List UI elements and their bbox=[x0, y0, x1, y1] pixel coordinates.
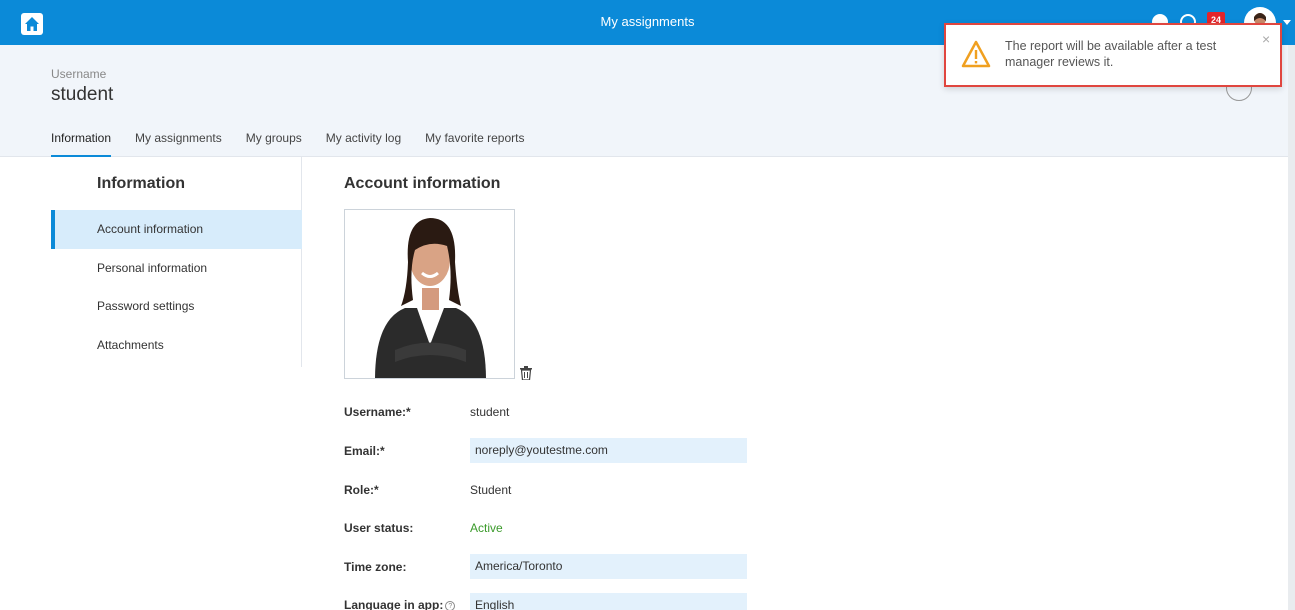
username-field-value: student bbox=[470, 405, 510, 419]
trash-icon[interactable] bbox=[520, 366, 532, 380]
profile-tabs: Information My assignments My groups My … bbox=[51, 131, 549, 157]
language-label-row: Language in app:? bbox=[344, 598, 456, 610]
role-field-value: Student bbox=[470, 483, 512, 497]
username-field-label: Username:* bbox=[344, 405, 411, 419]
vertical-scrollbar[interactable] bbox=[1288, 45, 1295, 610]
notification-message: The report will be available after a tes… bbox=[1005, 39, 1217, 69]
email-field-label: Email:* bbox=[344, 444, 385, 458]
sidebar-item-personal-information[interactable]: Personal information bbox=[51, 249, 302, 288]
role-field-label: Role:* bbox=[344, 483, 379, 497]
language-select[interactable]: English bbox=[470, 593, 747, 610]
language-label: Language in app: bbox=[344, 598, 444, 610]
sidebar-item-password-settings[interactable]: Password settings bbox=[51, 287, 302, 326]
user-status-value: Active bbox=[470, 521, 503, 535]
tab-my-assignments[interactable]: My assignments bbox=[135, 131, 222, 157]
sidebar-title: Information bbox=[97, 175, 185, 192]
tab-information[interactable]: Information bbox=[51, 131, 112, 157]
sidebar-item-account-information[interactable]: Account information bbox=[51, 210, 302, 249]
user-status-label: User status: bbox=[344, 521, 414, 535]
sidebar-item-attachments[interactable]: Attachments bbox=[51, 326, 302, 365]
time-zone-select[interactable]: America/Toronto bbox=[470, 554, 747, 579]
profile-photo-image bbox=[345, 210, 514, 378]
avatar-dropdown-caret-icon[interactable] bbox=[1283, 20, 1291, 25]
close-icon[interactable]: × bbox=[1262, 31, 1270, 47]
section-title: Account information bbox=[344, 175, 501, 192]
tab-my-activity-log[interactable]: My activity log bbox=[326, 131, 401, 157]
profile-photo[interactable] bbox=[344, 209, 515, 379]
help-icon[interactable]: ? bbox=[445, 600, 456, 610]
email-field[interactable]: noreply@youtestme.com bbox=[470, 438, 747, 463]
warning-icon bbox=[961, 40, 991, 68]
sidebar: Information Account information Personal… bbox=[51, 157, 302, 367]
username-display: student bbox=[51, 84, 114, 105]
username-label: Username bbox=[51, 67, 107, 81]
time-zone-label: Time zone: bbox=[344, 560, 407, 574]
tab-my-favorite-reports[interactable]: My favorite reports bbox=[425, 131, 524, 157]
notification-toast: The report will be available after a tes… bbox=[944, 23, 1282, 87]
tab-my-groups[interactable]: My groups bbox=[246, 131, 302, 157]
